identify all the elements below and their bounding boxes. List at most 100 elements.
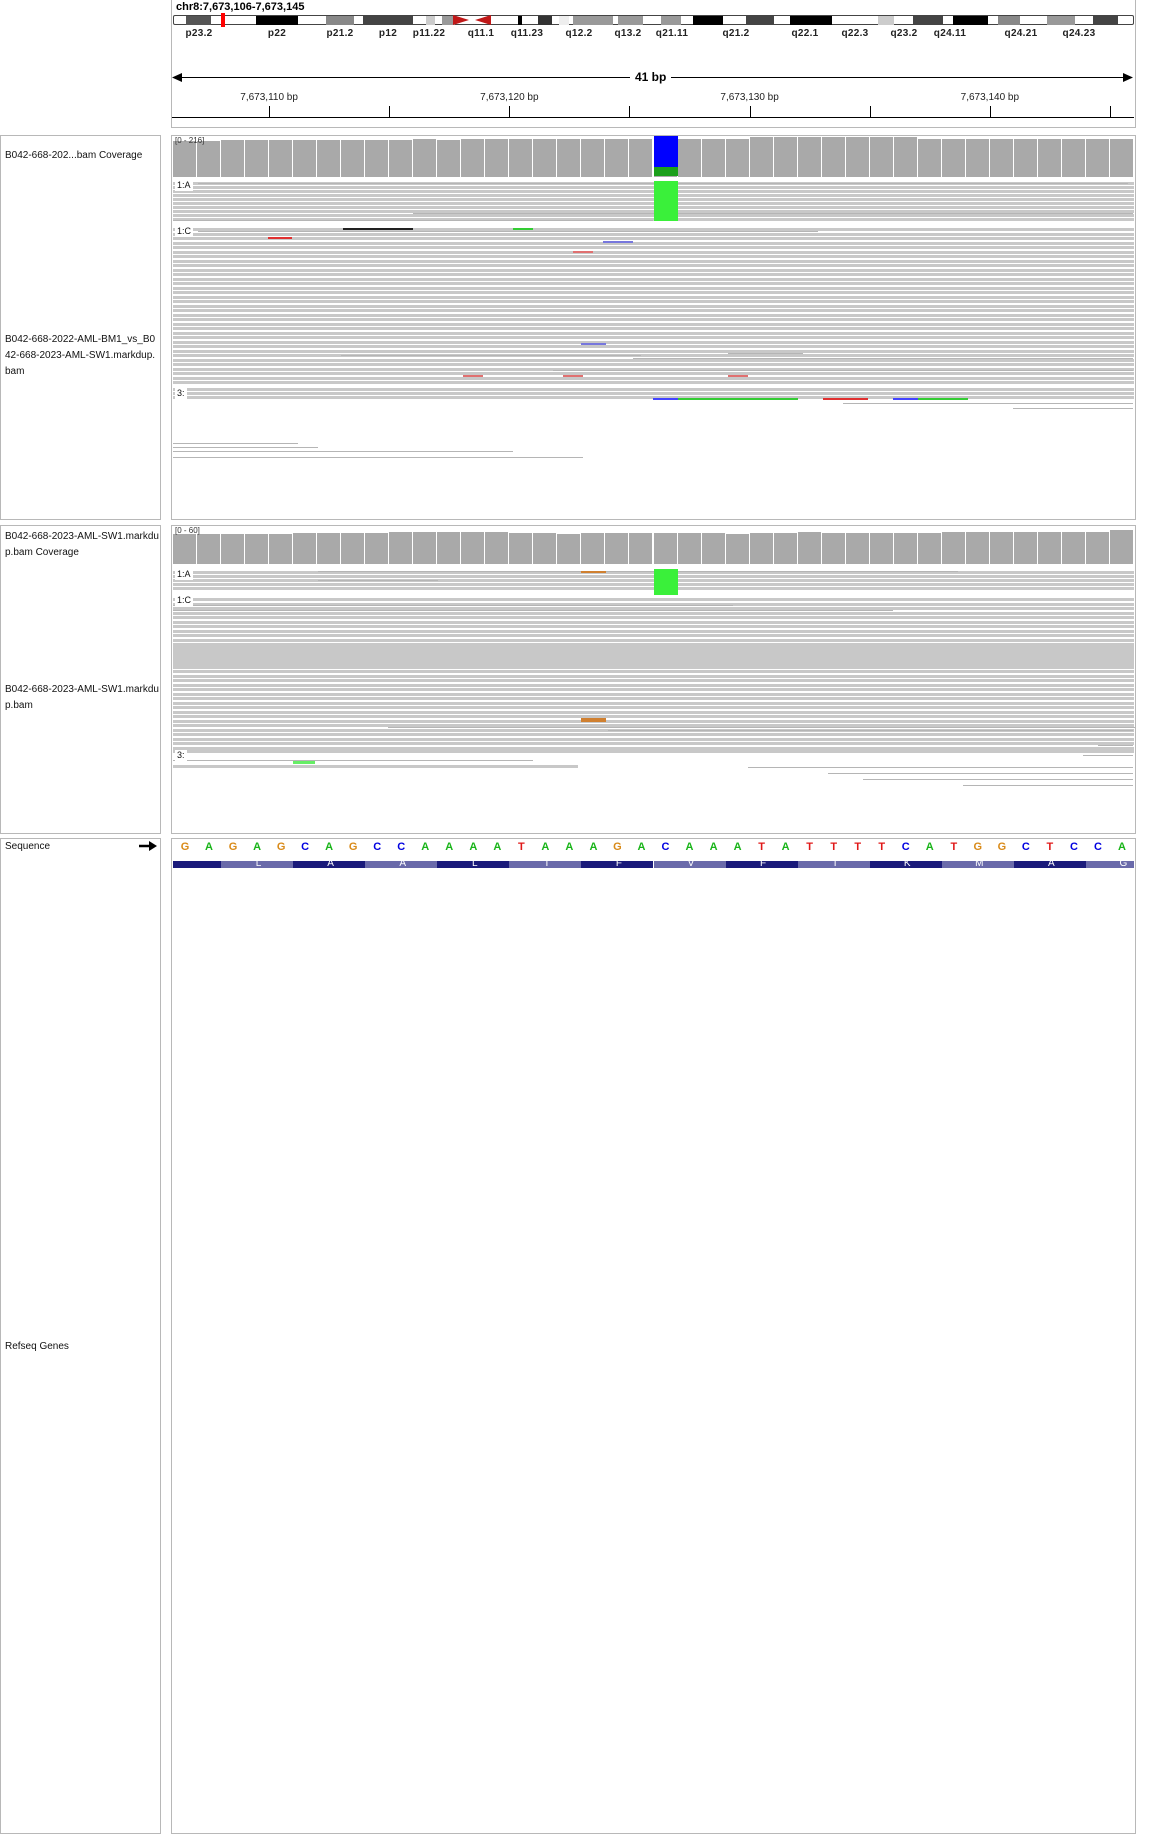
read[interactable] [173,232,1134,236]
read[interactable] [918,398,968,400]
read[interactable] [573,251,593,253]
read[interactable] [173,692,1134,696]
read[interactable] [1013,408,1133,409]
read[interactable] [553,370,1133,371]
read[interactable] [173,349,1134,353]
read[interactable] [173,715,1134,718]
read[interactable] [828,773,1133,774]
coverage-track-2-name[interactable]: B042-668-2023-AML-SW1.markdup.bam Covera… [5,529,160,561]
read[interactable] [173,457,583,458]
read[interactable] [173,443,298,444]
read[interactable] [173,336,1134,339]
read[interactable] [173,354,1134,357]
read[interactable] [173,392,1134,395]
read[interactable] [173,697,1134,700]
read[interactable] [173,701,1134,705]
alignment-track-2-name[interactable]: B042-668-2023-AML-SW1.markdup.bam [5,682,160,714]
read[interactable] [173,259,1134,263]
read[interactable] [173,363,1134,366]
chromosome-ideogram[interactable]: p23.2 p22 p21.2 p12 p11.22 q11.1 q11.23 q12.2 q1… [173,13,1134,45]
read[interactable] [268,237,292,239]
translation-track[interactable]: LAALIFVFIKMAG [173,858,1134,869]
read[interactable] [388,727,1135,728]
read[interactable] [653,398,678,400]
read[interactable] [173,598,1134,601]
read[interactable] [173,376,1134,380]
read[interactable] [173,381,1134,384]
sequence-track[interactable]: GAGAGCAGCCAAAATAAAGACAAATATTTTCATGGCTCCA [173,839,1134,857]
read[interactable] [173,268,1134,272]
read[interactable] [173,611,1134,615]
refseq-genes-track-name[interactable]: Refseq Genes [5,1339,69,1355]
read[interactable] [173,318,1134,321]
read[interactable] [173,451,513,452]
data-panel-1[interactable]: [0 - 216] 1:A 1:C 3: [171,135,1136,520]
read[interactable] [173,760,533,761]
read[interactable] [173,710,1134,714]
read[interactable] [173,679,1134,682]
read[interactable] [728,353,803,354]
ruler-panel[interactable]: chr8:7,673,106-7,673,145 p23.2 p22 p21.2 p1 [171,0,1136,128]
read[interactable] [413,213,1133,214]
read[interactable] [728,375,748,377]
read[interactable] [843,403,1133,404]
read[interactable] [1098,745,1133,746]
read[interactable] [173,255,1134,258]
read[interactable] [173,220,653,221]
read[interactable] [173,670,1134,673]
read[interactable] [513,228,533,230]
read[interactable] [173,674,1134,678]
read[interactable] [173,237,1134,240]
read[interactable] [1083,755,1133,756]
name-panel-2[interactable]: B042-668-2023-AML-SW1.markdup.bam Covera… [0,525,161,834]
read[interactable] [563,375,583,377]
read[interactable] [173,750,1134,753]
read[interactable] [823,398,868,400]
read[interactable] [173,742,1134,745]
read[interactable] [341,355,641,356]
read[interactable] [608,730,1133,731]
read[interactable] [173,300,1134,303]
read[interactable] [173,331,1134,335]
read[interactable] [173,372,1134,375]
read[interactable] [173,620,1134,624]
read[interactable] [173,327,1134,330]
coverage-track-2[interactable]: [0 - 60] [173,526,1134,564]
read[interactable] [173,309,1134,312]
read[interactable] [173,295,1134,299]
read[interactable] [863,779,1133,780]
read[interactable] [293,761,315,764]
read[interactable] [463,375,483,377]
alignment-track-1-name[interactable]: B042-668-2022-AML-BM1_vs_B042-668-2023-A… [5,332,160,380]
read[interactable] [173,273,1134,276]
read[interactable] [173,655,1134,667]
read[interactable] [678,398,798,400]
read[interactable] [633,358,1133,359]
read[interactable] [173,304,1134,308]
name-panel-3[interactable]: Sequence Refseq Genes [0,838,161,1834]
read[interactable] [173,250,1134,254]
read[interactable] [173,322,1134,326]
alignment-track-2[interactable]: 1:A 1:C 3: [173,565,1135,833]
read[interactable] [173,638,1134,642]
coverage-track-1-name[interactable]: B042-668-202...bam Coverage [5,148,160,164]
read[interactable] [963,785,1133,786]
read[interactable] [173,719,1134,723]
read[interactable] [173,277,1134,281]
read[interactable] [343,228,413,230]
read[interactable] [173,246,1134,249]
read[interactable] [173,282,1134,285]
strand-arrow-icon[interactable] [139,841,157,851]
read[interactable] [173,765,578,768]
read[interactable] [173,345,1134,348]
read[interactable] [581,343,606,345]
read[interactable] [748,767,1133,768]
read[interactable] [173,286,1134,290]
read[interactable] [581,571,606,573]
read[interactable] [603,241,633,243]
read[interactable] [173,737,1134,741]
name-panel-1[interactable]: B042-668-202...bam Coverage B042-668-202… [0,135,161,520]
coverage-track-1[interactable]: [0 - 216] [173,136,1134,177]
read[interactable] [173,610,893,611]
read[interactable] [173,634,1134,637]
